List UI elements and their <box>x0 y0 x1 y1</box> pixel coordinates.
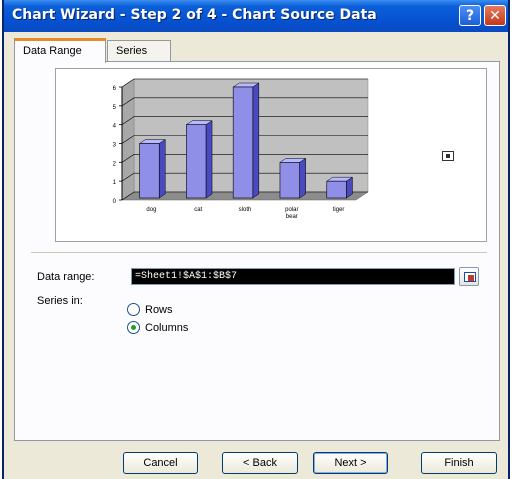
tab-series[interactable]: Series <box>107 40 171 62</box>
y-tick-label: 4 <box>113 124 117 130</box>
columns-option[interactable]: Columns <box>127 321 188 334</box>
rows-radio[interactable] <box>127 303 140 316</box>
x-tick-label: tiger <box>333 207 345 213</box>
y-tick-label: 3 <box>113 143 117 149</box>
cancel-button[interactable]: Cancel <box>123 452 198 474</box>
bar <box>279 162 300 199</box>
data-range-label: Data range: <box>37 271 95 283</box>
window-title: Chart Wizard - Step 2 of 4 - Chart Sourc… <box>12 7 377 23</box>
bar <box>186 124 207 199</box>
series-in-label: Series in: <box>37 295 83 307</box>
bar-side <box>205 120 213 199</box>
close-button[interactable]: ✕ <box>484 5 506 26</box>
chart-preview: 0 1 2 3 4 5 6 dog cat sloth polar bear tiger <box>55 68 487 242</box>
bar-side <box>299 157 306 199</box>
back-button[interactable]: < Back <box>222 452 298 474</box>
finish-button[interactable]: Finish <box>421 452 497 474</box>
x-tick-label: bear <box>286 214 298 220</box>
x-tick-label: dog <box>146 207 156 213</box>
legend-toggle-icon <box>442 151 454 161</box>
bar-side <box>252 82 260 199</box>
rows-label: Rows <box>145 303 173 316</box>
bar-side <box>158 139 166 199</box>
y-tick-label: 0 <box>113 199 117 205</box>
data-range-panel: 0 1 2 3 4 5 6 dog cat sloth polar bear tiger Data ra… <box>14 61 500 441</box>
y-tick-label: 2 <box>113 161 117 167</box>
bar <box>232 86 254 199</box>
columns-label: Columns <box>145 321 189 334</box>
collapse-dialog-button[interactable] <box>459 267 479 286</box>
x-tick-label: cat <box>194 207 202 213</box>
x-tick-label: polar <box>285 207 298 213</box>
columns-radio[interactable] <box>127 321 140 334</box>
separator <box>31 252 487 253</box>
y-tick-label: 6 <box>113 86 117 92</box>
bar <box>326 180 347 199</box>
title-bar: Chart Wizard - Step 2 of 4 - Chart Sourc… <box>4 0 508 32</box>
rows-option[interactable]: Rows <box>127 303 173 316</box>
chart-svg: 0 1 2 3 4 5 6 dog cat sloth polarbear tiger <box>113 78 369 220</box>
data-range-input[interactable]: =Sheet1!$A$1:$B$7 <box>131 268 455 285</box>
y-tick-label: 5 <box>113 105 117 111</box>
help-button[interactable]: ? <box>459 5 481 26</box>
next-button[interactable]: Next > <box>313 452 388 474</box>
y-tick-label: 1 <box>113 180 117 186</box>
bar <box>139 143 160 199</box>
x-tick-label: sloth <box>239 207 252 213</box>
tab-data-range[interactable]: Data Range <box>14 38 106 63</box>
